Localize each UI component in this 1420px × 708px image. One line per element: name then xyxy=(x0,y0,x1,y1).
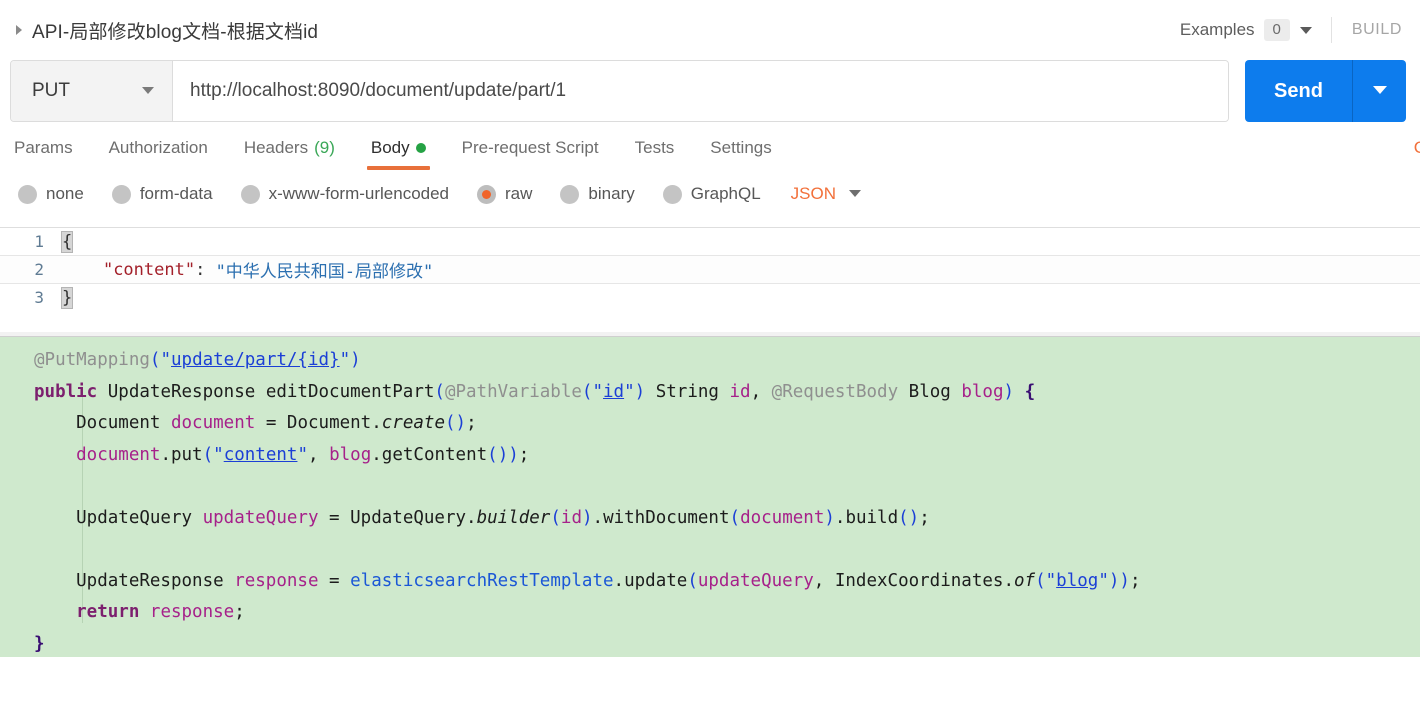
chevron-down-icon[interactable] xyxy=(141,82,155,100)
body-type-raw[interactable]: raw xyxy=(477,184,532,204)
send-button[interactable]: Send xyxy=(1245,60,1352,122)
send-button-group: Send xyxy=(1245,60,1406,122)
tab-authorization[interactable]: Authorization xyxy=(109,138,208,170)
tab-label: Settings xyxy=(710,138,772,157)
line-number: 2 xyxy=(34,260,44,279)
tab-headers-count: (9) xyxy=(314,138,335,157)
code-line-return: return response; xyxy=(34,602,245,622)
body-format-select[interactable]: JSON xyxy=(791,184,862,204)
code-line-blank-1 xyxy=(0,471,1420,503)
radio-icon xyxy=(662,184,682,204)
request-header: API-局部修改blog文档-根据文档id Examples 0 BUILD xyxy=(0,0,1420,60)
body-type-form-data[interactable]: form-data xyxy=(111,184,213,204)
json-key-content: "content" xyxy=(102,259,196,280)
code-line-document-create: Document document = Document.create(); xyxy=(34,413,477,433)
tab-params[interactable]: Params xyxy=(14,138,73,170)
chevron-down-icon[interactable] xyxy=(848,185,862,203)
radio-icon xyxy=(18,184,37,204)
radio-label: binary xyxy=(588,184,635,203)
body-present-dot-icon xyxy=(415,143,426,153)
build-button[interactable]: BUILD xyxy=(1352,21,1402,39)
tab-label: Params xyxy=(14,138,73,157)
tab-tests[interactable]: Tests xyxy=(635,138,675,170)
tab-label: Tests xyxy=(634,138,675,157)
radio-label: none xyxy=(46,184,84,203)
radio-label: form-data xyxy=(139,184,213,203)
body-type-graphql[interactable]: GraphQL xyxy=(662,184,761,204)
json-open-brace: { xyxy=(60,230,74,253)
page-title: API-局部修改blog文档-根据文档id xyxy=(32,21,319,43)
line-number: 3 xyxy=(34,288,44,307)
code-line-document-put: document.put("content", blog.getContent(… xyxy=(34,444,530,465)
url-bar: PUT http://localhost:8090/document/updat… xyxy=(0,60,1420,122)
body-format-value: JSON xyxy=(790,184,837,203)
json-colon: : xyxy=(195,259,216,280)
body-type-urlencoded[interactable]: x-www-form-urlencoded xyxy=(240,184,450,204)
radio-label: x-www-form-urlencoded xyxy=(268,184,450,203)
json-value-content: "中华人民共和国-局部修改" xyxy=(215,262,434,282)
code-line-blank-2 xyxy=(0,534,1420,566)
url-input[interactable]: http://localhost:8090/document/update/pa… xyxy=(173,61,1228,121)
radio-icon-selected xyxy=(477,184,497,204)
tab-label: Body xyxy=(370,138,410,157)
editor-line-1: 1 { xyxy=(0,228,1420,255)
header-divider xyxy=(1330,17,1332,43)
radio-icon xyxy=(111,184,131,204)
tab-body[interactable]: Body xyxy=(366,138,430,170)
chevron-down-icon[interactable] xyxy=(1299,26,1313,35)
editor-line-2: 2 "content" : "中华人民共和国-局部修改" xyxy=(0,255,1420,284)
triangle-right-icon[interactable] xyxy=(10,21,28,39)
request-body-editor[interactable]: 1 { 2 "content" : "中华人民共和国-局部修改" 3 } xyxy=(0,227,1420,337)
cookies-link[interactable]: C xyxy=(1414,138,1420,158)
code-line-close-brace: } xyxy=(34,633,45,654)
body-type-binary[interactable]: binary xyxy=(560,184,635,204)
request-tabs: Params Authorization Headers (9) Body Pr… xyxy=(0,122,1420,170)
tab-label: Authorization xyxy=(108,138,208,157)
chevron-down-icon xyxy=(1372,82,1388,100)
radio-icon xyxy=(240,184,260,204)
examples-dropdown[interactable]: Examples 0 xyxy=(1180,19,1313,41)
radio-icon xyxy=(560,184,580,204)
send-options-caret[interactable] xyxy=(1353,60,1406,122)
examples-label: Examples xyxy=(1179,20,1255,39)
http-method-select[interactable]: PUT xyxy=(11,61,173,121)
method-url-group: PUT http://localhost:8090/document/updat… xyxy=(10,60,1229,122)
editor-horizontal-scrollbar[interactable] xyxy=(0,332,1420,336)
radio-label: GraphQL xyxy=(690,184,761,203)
editor-line-3: 3 } xyxy=(0,284,1420,311)
tab-headers[interactable]: Headers (9) xyxy=(244,138,335,170)
url-value: http://localhost:8090/document/update/pa… xyxy=(190,80,567,101)
json-close-brace: } xyxy=(60,286,74,309)
tab-label: Pre-request Script xyxy=(461,138,599,157)
body-type-none[interactable]: none xyxy=(18,184,84,204)
tab-label: Headers xyxy=(243,138,309,157)
radio-label: raw xyxy=(505,184,533,203)
tab-settings[interactable]: Settings xyxy=(710,138,771,170)
examples-count-badge: 0 xyxy=(1263,19,1290,41)
code-line-annotation: @PutMapping("update/part/{id}") xyxy=(34,350,361,370)
code-line-method-signature: public UpdateResponse editDocumentPart(@… xyxy=(34,381,1036,402)
code-line-update-response: UpdateResponse response = elasticsearchR… xyxy=(34,570,1141,591)
body-type-row: none form-data x-www-form-urlencoded raw… xyxy=(0,170,1420,218)
http-method-value: PUT xyxy=(32,80,70,101)
code-line-update-query: UpdateQuery updateQuery = UpdateQuery.bu… xyxy=(34,507,930,528)
line-number: 1 xyxy=(34,232,44,251)
tab-pre-request-script[interactable]: Pre-request Script xyxy=(462,138,599,170)
java-code-snippet: @PutMapping("update/part/{id}") public U… xyxy=(0,337,1420,657)
